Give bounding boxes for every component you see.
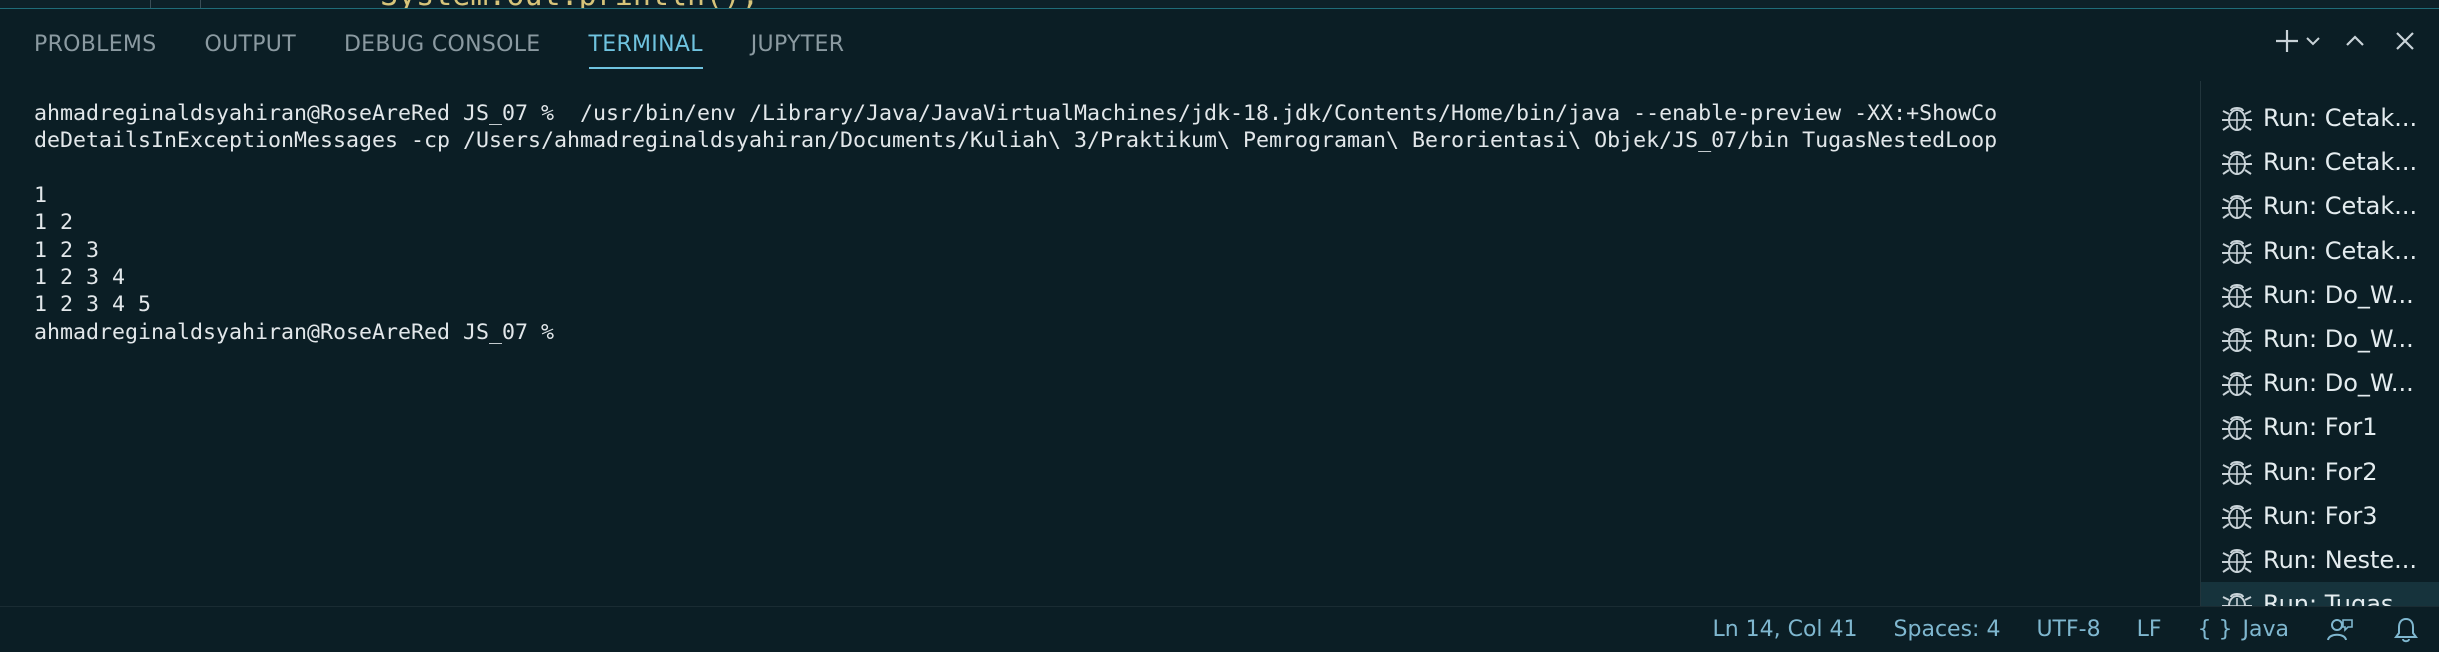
debug-bug-icon (2222, 372, 2252, 397)
notifications-button[interactable] (2391, 615, 2421, 645)
debug-bug-icon (2222, 283, 2252, 308)
new-terminal-button[interactable] (2269, 23, 2305, 59)
close-icon (2396, 32, 2414, 50)
terminal-run-item[interactable]: Run: Cetak... (2201, 140, 2439, 184)
run-item-label: Run: Cetak... (2263, 236, 2418, 265)
tab-problems[interactable]: PROBLEMS (20, 9, 170, 81)
feedback-person-icon (2327, 618, 2353, 640)
terminal-line: 1 2 3 4 5 (34, 292, 152, 317)
tab-terminal[interactable]: TERMINAL (575, 9, 717, 81)
feedback-button[interactable] (2325, 615, 2355, 645)
debug-bug-icon (2222, 504, 2252, 529)
terminal-run-list: Run: Cetak... Run: Cetak... Run: Cetak... R… (2200, 81, 2439, 627)
editor-strip: System.out.println(); (0, 0, 2439, 9)
tab-output[interactable]: OUTPUT (190, 9, 309, 81)
terminal-prompt: ahmadreginaldsyahiran@RoseAreRed JS_07 % (34, 320, 568, 345)
terminal-run-item[interactable]: Run: Cetak... (2201, 184, 2439, 228)
run-item-label: Run: For1 (2263, 413, 2378, 442)
cursor-position[interactable]: Ln 14, Col 41 (1712, 617, 1857, 642)
terminal-line: deDetailsInExceptionMessages -cp /Users/… (34, 128, 1998, 153)
run-item-label: Run: For3 (2263, 501, 2378, 530)
terminal-run-item[interactable]: Run: Do_W... (2201, 317, 2439, 361)
terminal-line: 1 2 3 4 (34, 265, 126, 290)
bell-icon (2394, 617, 2418, 642)
debug-bug-icon (2222, 328, 2252, 352)
terminal-line: 1 2 (34, 210, 74, 235)
file-encoding[interactable]: UTF-8 (2036, 617, 2100, 642)
panel-header: PROBLEMS OUTPUT DEBUG CONSOLE TERMINAL J… (0, 9, 2439, 81)
end-of-line[interactable]: LF (2137, 617, 2162, 642)
terminal-profile-dropdown[interactable] (2303, 23, 2323, 59)
terminal-output[interactable]: ahmadreginaldsyahiran@RoseAreRed JS_07 %… (0, 81, 2200, 606)
run-item-label: Run: Neste... (2263, 546, 2418, 574)
run-item-label: Run: Do_W... (2263, 325, 2414, 353)
panel-actions (2269, 23, 2423, 59)
run-item-label: Run: For2 (2263, 457, 2378, 486)
debug-bug-icon (2222, 195, 2252, 220)
gutter-guide (150, 0, 151, 8)
run-item-label: Run: Do_W... (2263, 369, 2414, 398)
debug-bug-icon (2222, 416, 2252, 441)
terminal-run-item[interactable]: Run: Do_W... (2201, 361, 2439, 405)
language-mode[interactable]: { } Java (2198, 617, 2289, 642)
terminal-line: ahmadreginaldsyahiran@RoseAreRed JS_07 %… (34, 101, 1998, 126)
tab-jupyter[interactable]: JUPYTER (737, 9, 859, 81)
terminal-line: 1 2 3 (34, 238, 100, 263)
terminal-run-item[interactable]: Run: For3 (2201, 494, 2439, 538)
terminal-run-item[interactable]: Run: Neste... (2201, 538, 2439, 582)
terminal-line: 1 (34, 183, 48, 208)
status-bar: Ln 14, Col 41 Spaces: 4 UTF-8 LF { } Jav… (0, 606, 2439, 652)
run-item-label: Run: Cetak... (2263, 192, 2418, 221)
maximize-panel-button[interactable] (2337, 23, 2373, 59)
gutter-guide (200, 0, 201, 8)
terminal-run-item[interactable]: Run: For2 (2201, 450, 2439, 494)
run-item-label: Run: Do_W... (2263, 280, 2414, 309)
terminal-run-item[interactable]: Run: Cetak... (2201, 229, 2439, 273)
panel-tabs: PROBLEMS OUTPUT DEBUG CONSOLE TERMINAL J… (20, 9, 878, 81)
terminal-run-item[interactable]: Run: Cetak... (2201, 96, 2439, 140)
debug-bug-icon (2222, 151, 2252, 176)
braces-icon: { } (2197, 617, 2233, 642)
debug-bug-icon (2222, 549, 2252, 573)
debug-bug-icon (2222, 107, 2252, 131)
editor-code-fragment: System.out.println(); (380, 0, 759, 8)
run-item-label: Run: Cetak... (2263, 104, 2418, 132)
indentation-setting[interactable]: Spaces: 4 (1894, 617, 2001, 642)
tab-debug-console[interactable]: DEBUG CONSOLE (330, 9, 555, 81)
language-label: Java (2242, 617, 2289, 642)
chevron-up-icon (2346, 35, 2364, 46)
terminal-run-item[interactable]: Run: For1 (2201, 405, 2439, 449)
terminal-run-item[interactable]: Run: Do_W... (2201, 273, 2439, 317)
chevron-down-icon (2306, 37, 2320, 46)
debug-bug-icon (2222, 239, 2252, 264)
run-item-label: Run: Cetak... (2263, 148, 2418, 177)
debug-bug-icon (2222, 460, 2252, 485)
plus-icon (2276, 30, 2298, 52)
close-panel-button[interactable] (2387, 23, 2423, 59)
